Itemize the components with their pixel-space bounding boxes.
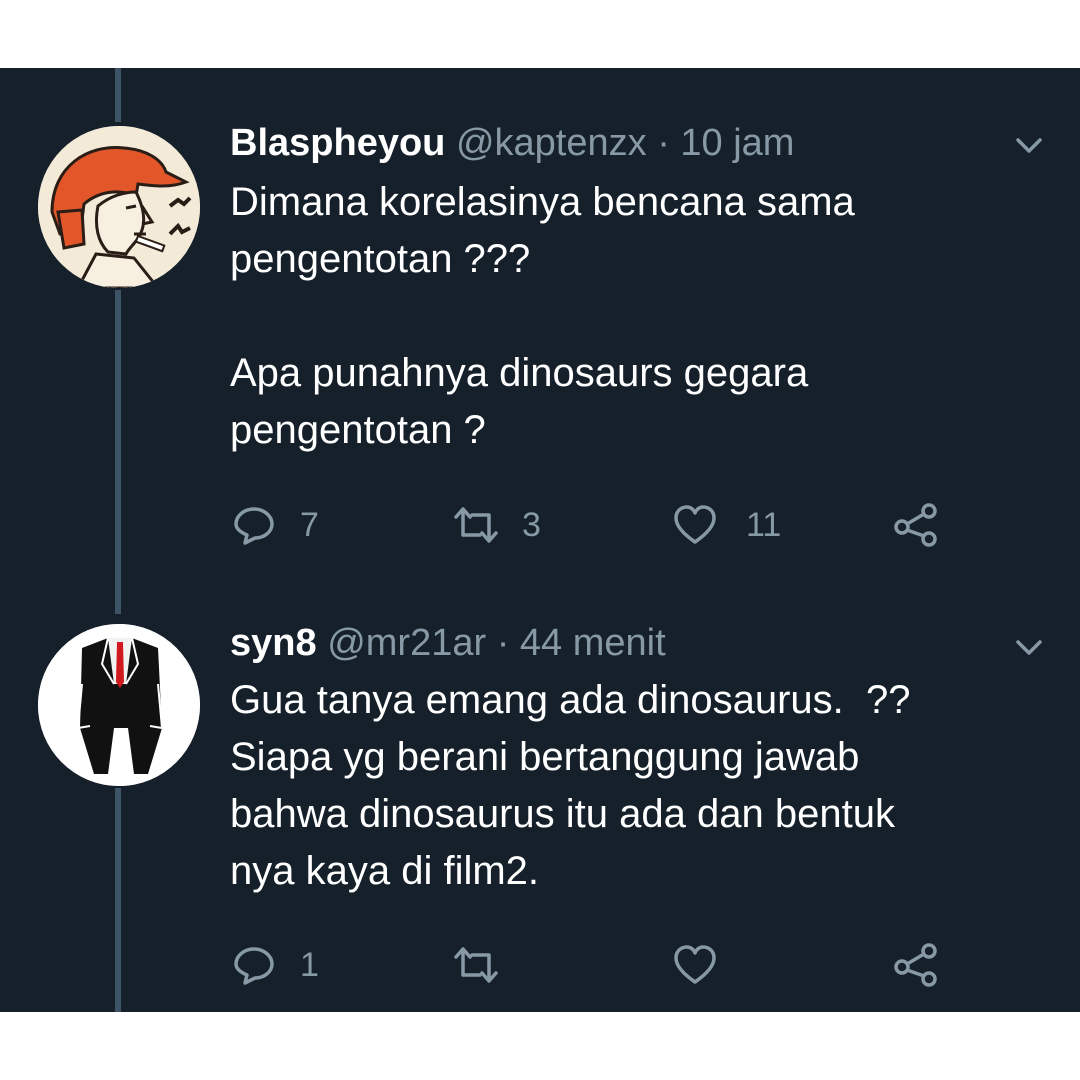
avatar-image [38, 126, 200, 288]
reply-icon [232, 503, 276, 547]
tweet-card[interactable]: syn8 @mr21ar · 44 menit Gua tanya emang … [0, 568, 1080, 1012]
share-icon [892, 941, 940, 989]
tweet-text-line: Gua tanya emang ada dinosaurus. ?? [230, 678, 911, 722]
tweet-actions: 7 3 11 [0, 500, 1080, 550]
reply-count: 7 [300, 505, 319, 544]
tweet-text: Gua tanya emang ada dinosaurus. ?? Siapa… [230, 672, 910, 900]
avatar-image [38, 624, 200, 786]
reply-button[interactable]: 1 [232, 940, 319, 990]
tweet-text-line [230, 288, 855, 345]
tweet-text: Dimana korelasinya bencana sama pengento… [230, 174, 855, 459]
separator: · [496, 622, 510, 664]
heart-icon [672, 503, 718, 547]
share-icon [892, 501, 940, 549]
tweet-text-line: nya kaya di film2. [230, 849, 540, 893]
chevron-down-icon[interactable] [1012, 128, 1046, 162]
retweet-button[interactable] [452, 940, 524, 990]
tweet-text-line: pengentotan ??? [230, 237, 531, 281]
reply-icon [232, 943, 276, 987]
tweet-text-line: Dimana korelasinya bencana sama [230, 180, 855, 224]
user-handle[interactable]: @mr21ar [327, 622, 486, 664]
share-button[interactable] [892, 500, 940, 550]
like-count: 11 [746, 505, 782, 544]
retweet-icon [452, 503, 500, 547]
separator: · [657, 122, 670, 164]
tweet-header: syn8 @mr21ar · 44 menit [230, 620, 666, 666]
share-button[interactable] [892, 940, 940, 990]
avatar[interactable] [38, 624, 200, 786]
tweet-card[interactable]: Blaspheyou @kaptenzx · 10 jam Dimana kor… [0, 68, 1080, 568]
heart-icon [672, 943, 718, 987]
timestamp[interactable]: 10 jam [680, 122, 794, 164]
tweet-text-line: Apa punahnya dinosaurs gegara [230, 351, 809, 395]
user-handle[interactable]: @kaptenzx [456, 122, 647, 164]
timeline: Blaspheyou @kaptenzx · 10 jam Dimana kor… [0, 68, 1080, 1012]
like-button[interactable] [672, 940, 742, 990]
chevron-down-icon[interactable] [1012, 630, 1046, 664]
tweet-text-line: pengentotan ? [230, 408, 486, 452]
timestamp[interactable]: 44 menit [520, 622, 666, 664]
reply-button[interactable]: 7 [232, 500, 319, 550]
reply-count: 1 [300, 945, 319, 984]
retweet-button[interactable]: 3 [452, 500, 541, 550]
tweet-header: Blaspheyou @kaptenzx · 10 jam [230, 120, 794, 166]
tweet-actions: 1 [0, 940, 1080, 990]
tweet-text-line: bahwa dinosaurus itu ada dan bentuk [230, 792, 895, 836]
tweet-text-line: Siapa yg berani bertanggung jawab [230, 735, 860, 779]
display-name[interactable]: Blaspheyou [230, 122, 445, 164]
retweet-icon [452, 943, 500, 987]
like-button[interactable]: 11 [672, 500, 781, 550]
display-name[interactable]: syn8 [230, 622, 317, 664]
avatar[interactable] [38, 126, 200, 288]
retweet-count: 3 [522, 505, 541, 544]
